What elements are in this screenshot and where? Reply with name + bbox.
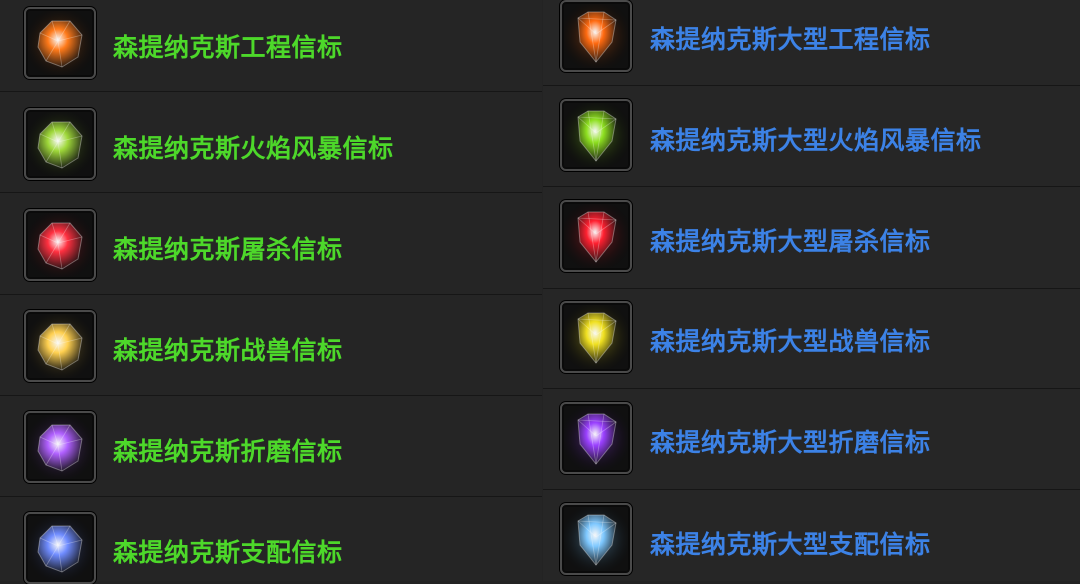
large-purple-gem-icon	[560, 402, 632, 474]
list-item[interactable]: 森提纳克斯屠杀信标	[0, 193, 542, 295]
green-gem-icon	[24, 108, 96, 180]
list-item[interactable]: 森提纳克斯火焰风暴信标	[0, 92, 542, 193]
yellow-gem-icon	[24, 310, 96, 382]
orange-gem-icon	[24, 7, 96, 79]
item-name: 森提纳克斯支配信标	[113, 538, 343, 567]
item-name: 森提纳克斯大型折磨信标	[650, 428, 931, 457]
list-item[interactable]: 森提纳克斯大型工程信标	[543, 0, 1080, 86]
list-item[interactable]: 森提纳克斯战兽信标	[0, 295, 542, 396]
list-item[interactable]: 森提纳克斯支配信标	[0, 497, 542, 584]
list-item[interactable]: 森提纳克斯大型火焰风暴信标	[543, 86, 1080, 187]
list-item[interactable]: 森提纳克斯大型支配信标	[543, 490, 1080, 581]
item-name: 森提纳克斯工程信标	[113, 33, 343, 62]
red-gem-icon	[24, 209, 96, 281]
item-name: 森提纳克斯大型战兽信标	[650, 327, 931, 356]
item-name: 森提纳克斯屠杀信标	[113, 235, 343, 264]
blue-gem-icon	[24, 512, 96, 584]
item-name: 森提纳克斯大型支配信标	[650, 530, 931, 559]
purple-gem-icon	[24, 411, 96, 483]
item-name: 森提纳克斯火焰风暴信标	[113, 134, 394, 163]
item-name: 森提纳克斯大型火焰风暴信标	[650, 126, 982, 155]
item-name: 森提纳克斯折磨信标	[113, 437, 343, 466]
item-name: 森提纳克斯大型工程信标	[650, 25, 931, 54]
list-item[interactable]: 森提纳克斯大型折磨信标	[543, 389, 1080, 490]
list-item[interactable]: 森提纳克斯折磨信标	[0, 396, 542, 497]
list-item[interactable]: 森提纳克斯大型屠杀信标	[543, 187, 1080, 289]
large-green-gem-icon	[560, 99, 632, 171]
large-red-gem-icon	[560, 200, 632, 272]
item-name: 森提纳克斯战兽信标	[113, 336, 343, 365]
large-blue-gem-icon	[560, 503, 632, 575]
item-name: 森提纳克斯大型屠杀信标	[650, 227, 931, 256]
list-item[interactable]: 森提纳克斯大型战兽信标	[543, 289, 1080, 389]
large-yellow-gem-icon	[560, 301, 632, 373]
list-item[interactable]: 森提纳克斯工程信标	[0, 0, 542, 92]
large-orange-gem-icon	[560, 0, 632, 72]
